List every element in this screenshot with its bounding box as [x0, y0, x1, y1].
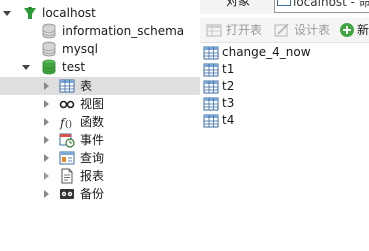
- database-icon: [41, 41, 57, 57]
- tree-db-information-schema[interactable]: information_schema: [0, 22, 200, 40]
- event-clock-icon: [59, 132, 75, 148]
- backup-icon: [59, 186, 75, 202]
- database-label: test: [62, 60, 86, 74]
- tree-group-events[interactable]: 事件: [0, 131, 200, 149]
- expand-arrow-icon[interactable]: [41, 167, 51, 185]
- tree-group-label: 查询: [80, 151, 105, 165]
- database-icon: [41, 23, 57, 39]
- query-icon: [59, 150, 75, 166]
- table-icon: [59, 78, 75, 94]
- design-table-label: 设计表: [294, 23, 331, 37]
- tree-group-queries[interactable]: 查询: [0, 149, 200, 167]
- toolbar: 打开表 设计表 新: [200, 18, 369, 43]
- table-name: t3: [222, 96, 235, 110]
- svg-text:(): (): [65, 119, 72, 130]
- query-tab-label: localhost - 命: [293, 0, 369, 9]
- open-table-button[interactable]: 打开表: [206, 21, 268, 39]
- table-name: t1: [222, 62, 235, 76]
- connection-icon: [22, 5, 38, 21]
- navicat-window: localhost information_schema mysql test …: [0, 0, 369, 251]
- open-table-icon: [206, 22, 222, 43]
- tree-group-label: 报表: [80, 169, 105, 183]
- expand-arrow-icon[interactable]: [41, 185, 51, 203]
- expand-arrow-icon[interactable]: [41, 149, 51, 167]
- collapse-arrow-icon[interactable]: [21, 58, 31, 76]
- expand-arrow-icon[interactable]: [41, 131, 51, 149]
- tree-group-label: 函数: [80, 115, 105, 129]
- new-table-button[interactable]: 新: [339, 21, 369, 39]
- tree-group-label: 事件: [80, 133, 105, 147]
- tree-db-test[interactable]: test: [0, 58, 200, 76]
- add-icon: [339, 22, 355, 43]
- open-table-label: 打开表: [226, 23, 263, 37]
- collapse-arrow-icon[interactable]: [2, 4, 12, 22]
- view-glasses-icon: [59, 96, 75, 112]
- tree-group-tables[interactable]: 表: [0, 77, 200, 95]
- expand-arrow-icon[interactable]: [41, 113, 51, 131]
- expand-arrow-icon[interactable]: [41, 95, 51, 113]
- tree-group-reports[interactable]: 报表: [0, 167, 200, 185]
- database-label: mysql: [62, 42, 98, 56]
- design-table-icon: [274, 22, 290, 43]
- expand-arrow-icon[interactable]: [41, 77, 51, 95]
- tab-objects[interactable]: 对象: [226, 0, 250, 8]
- tree-group-backups[interactable]: 备份: [0, 185, 200, 203]
- new-table-label: 新: [357, 23, 369, 37]
- tree-group-label: 表: [80, 79, 93, 93]
- design-table-button[interactable]: 设计表: [274, 21, 336, 39]
- database-label: information_schema: [62, 24, 185, 38]
- report-icon: [59, 168, 75, 184]
- tree-db-mysql[interactable]: mysql: [0, 40, 200, 58]
- tree-group-views[interactable]: 视图: [0, 95, 200, 113]
- tree-group-label: 备份: [80, 187, 105, 201]
- tree-group-label: 视图: [80, 97, 105, 111]
- tab-query[interactable]: localhost - 命: [274, 0, 369, 13]
- database-icon: [41, 59, 57, 75]
- navigator-tree: localhost information_schema mysql test …: [0, 0, 200, 251]
- table-name: change_4_now: [222, 45, 311, 59]
- table-name: t4: [222, 113, 235, 127]
- tree-connection-localhost[interactable]: localhost: [0, 4, 200, 22]
- function-icon: f (): [59, 114, 75, 130]
- tree-group-functions[interactable]: f () 函数: [0, 113, 200, 131]
- table-name: t2: [222, 79, 235, 93]
- connection-label: localhost: [42, 6, 96, 20]
- query-tab-icon: [277, 0, 291, 9]
- tab-strip: 对象 localhost - 命: [200, 0, 369, 14]
- table-icon: [203, 113, 219, 134]
- object-panel: 对象 localhost - 命 打开表 设计表 新 change_4_now …: [200, 0, 369, 251]
